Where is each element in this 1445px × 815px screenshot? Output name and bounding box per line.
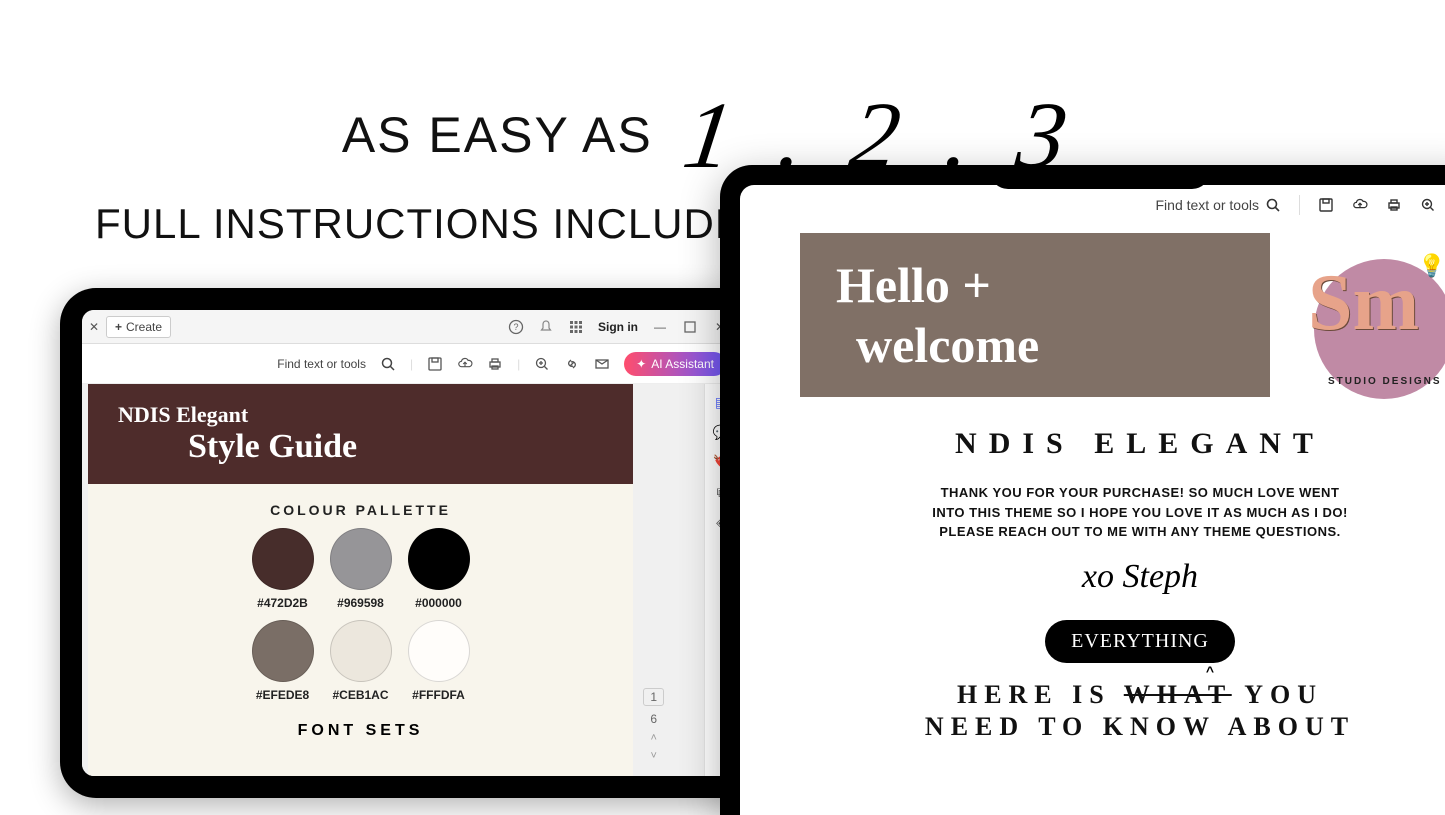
headline-1: HERE IS WHAT YOU — [800, 679, 1445, 712]
cloud-icon[interactable] — [457, 356, 473, 372]
swatch-hex: #EFEDE8 — [252, 688, 314, 702]
document-page: NDIS Elegant Style Guide COLOUR PALLETTE… — [88, 384, 633, 776]
print-icon[interactable] — [487, 356, 503, 372]
headline-2: NEED TO KNOW ABOUT — [800, 711, 1445, 744]
pdf-toolbar: Find text or tools | | ✦ AI Assistant — [82, 344, 738, 384]
document-page: Hello + welcome 💡 Sm STUDIO DESIGNS NDIS… — [800, 233, 1445, 815]
page-up-icon[interactable]: ˄ — [650, 732, 656, 744]
page-indicator: 1 6 ˄ ˅ — [643, 688, 664, 762]
link-icon[interactable] — [564, 356, 580, 372]
brand-logo: 💡 Sm STUDIO DESIGNS — [1300, 251, 1445, 411]
save-icon[interactable] — [427, 356, 443, 372]
find-group: Find text or tools — [1156, 197, 1282, 213]
welcome-header: Hello + welcome 💡 Sm STUDIO DESIGNS — [800, 233, 1445, 397]
swatch-hex: #472D2B — [252, 596, 314, 610]
mail-icon[interactable] — [594, 356, 610, 372]
ai-label: AI Assistant — [651, 357, 714, 371]
hello-line2: welcome — [836, 315, 1234, 375]
you: YOU — [1232, 680, 1323, 709]
search-icon[interactable] — [1265, 197, 1281, 213]
signin-link[interactable]: Sign in — [598, 320, 638, 334]
caret-mark: ^ — [940, 663, 1445, 679]
hero-subtitle: FULL INSTRUCTIONS INCLUDED. — [95, 200, 788, 248]
logo-letters: Sm — [1308, 273, 1419, 333]
laptop-screen: Find text or tools Hello + welcome 💡 S — [740, 185, 1445, 815]
lightbulb-icon: 💡 — [1418, 253, 1445, 279]
find-label: Find text or tools — [277, 357, 366, 371]
swatch-dot — [330, 620, 392, 682]
laptop-notch — [990, 165, 1210, 189]
thank-you-text: THANK YOU FOR YOUR PURCHASE! SO MUCH LOV… — [930, 483, 1350, 542]
swatch-hex: #CEB1AC — [330, 688, 392, 702]
signature: xo Steph — [800, 558, 1445, 596]
sparkle-icon: ✦ — [636, 357, 646, 371]
total-pages: 6 — [650, 712, 657, 726]
palette-heading: COLOUR PALLETTE — [88, 484, 633, 528]
pdf-viewport: NDIS Elegant Style Guide COLOUR PALLETTE… — [82, 384, 738, 776]
hero-easy: AS EASY AS — [342, 106, 653, 164]
find-label: Find text or tools — [1156, 197, 1260, 213]
swatch-dot — [408, 528, 470, 590]
swatch: #472D2B — [252, 528, 314, 610]
swatch-row-1: #472D2B #969598 #000000 — [88, 528, 633, 610]
doc-title: Style Guide — [118, 428, 603, 466]
tablet-screen: ✕ + Create ? Sign in — ✕ Find text or to… — [82, 310, 738, 776]
swatch-dot — [252, 620, 314, 682]
doc-subtitle: NDIS Elegant — [118, 402, 603, 428]
hello-line1: Hello + — [836, 255, 1234, 315]
pdf-toolbar: Find text or tools — [1156, 195, 1445, 215]
save-icon[interactable] — [1318, 197, 1334, 213]
swatch-hex: #000000 — [408, 596, 470, 610]
fontsets-heading: FONT SETS — [88, 702, 633, 740]
here-is: HERE IS — [957, 680, 1124, 709]
what-strike: WHAT — [1124, 680, 1232, 709]
page-down-icon[interactable]: ˅ — [650, 750, 656, 762]
bell-icon[interactable] — [538, 319, 554, 335]
product-title: NDIS ELEGANT — [800, 427, 1445, 461]
swatch: #EFEDE8 — [252, 620, 314, 702]
swatch-dot — [330, 528, 392, 590]
hello-box: Hello + welcome — [800, 233, 1270, 397]
window-minimize-icon[interactable]: — — [652, 319, 668, 335]
swatch-row-2: #EFEDE8 #CEB1AC #FFFDFA — [88, 620, 633, 702]
tablet-frame: ✕ + Create ? Sign in — ✕ Find text or to… — [60, 288, 760, 798]
zoom-icon[interactable] — [534, 356, 550, 372]
ai-assistant-button[interactable]: ✦ AI Assistant — [624, 352, 726, 376]
cloud-icon[interactable] — [1352, 197, 1368, 213]
everything-badge: EVERYTHING — [1045, 620, 1235, 663]
create-button[interactable]: + Create — [106, 316, 171, 338]
window-titlebar: ✕ + Create ? Sign in — ✕ — [82, 310, 738, 344]
window-maximize-icon[interactable] — [682, 319, 698, 335]
swatch-hex: #969598 — [330, 596, 392, 610]
logo-subtitle: STUDIO DESIGNS — [1328, 376, 1442, 387]
laptop-frame: Find text or tools Hello + welcome 💡 S — [720, 165, 1445, 815]
tab-close-icon[interactable]: ✕ — [82, 320, 106, 334]
swatch: #FFFDFA — [408, 620, 470, 702]
swatch: #969598 — [330, 528, 392, 610]
swatch-dot — [252, 528, 314, 590]
zoom-icon[interactable] — [1420, 197, 1436, 213]
svg-text:?: ? — [513, 322, 518, 332]
search-icon[interactable] — [380, 356, 396, 372]
plus-icon: + — [115, 320, 122, 334]
swatch-dot — [408, 620, 470, 682]
print-icon[interactable] — [1386, 197, 1402, 213]
create-label: Create — [126, 320, 162, 334]
current-page[interactable]: 1 — [643, 688, 664, 706]
divider — [1299, 195, 1300, 215]
swatch: #CEB1AC — [330, 620, 392, 702]
swatch-hex: #FFFDFA — [408, 688, 470, 702]
apps-icon[interactable] — [568, 319, 584, 335]
help-icon[interactable]: ? — [508, 319, 524, 335]
swatch: #000000 — [408, 528, 470, 610]
